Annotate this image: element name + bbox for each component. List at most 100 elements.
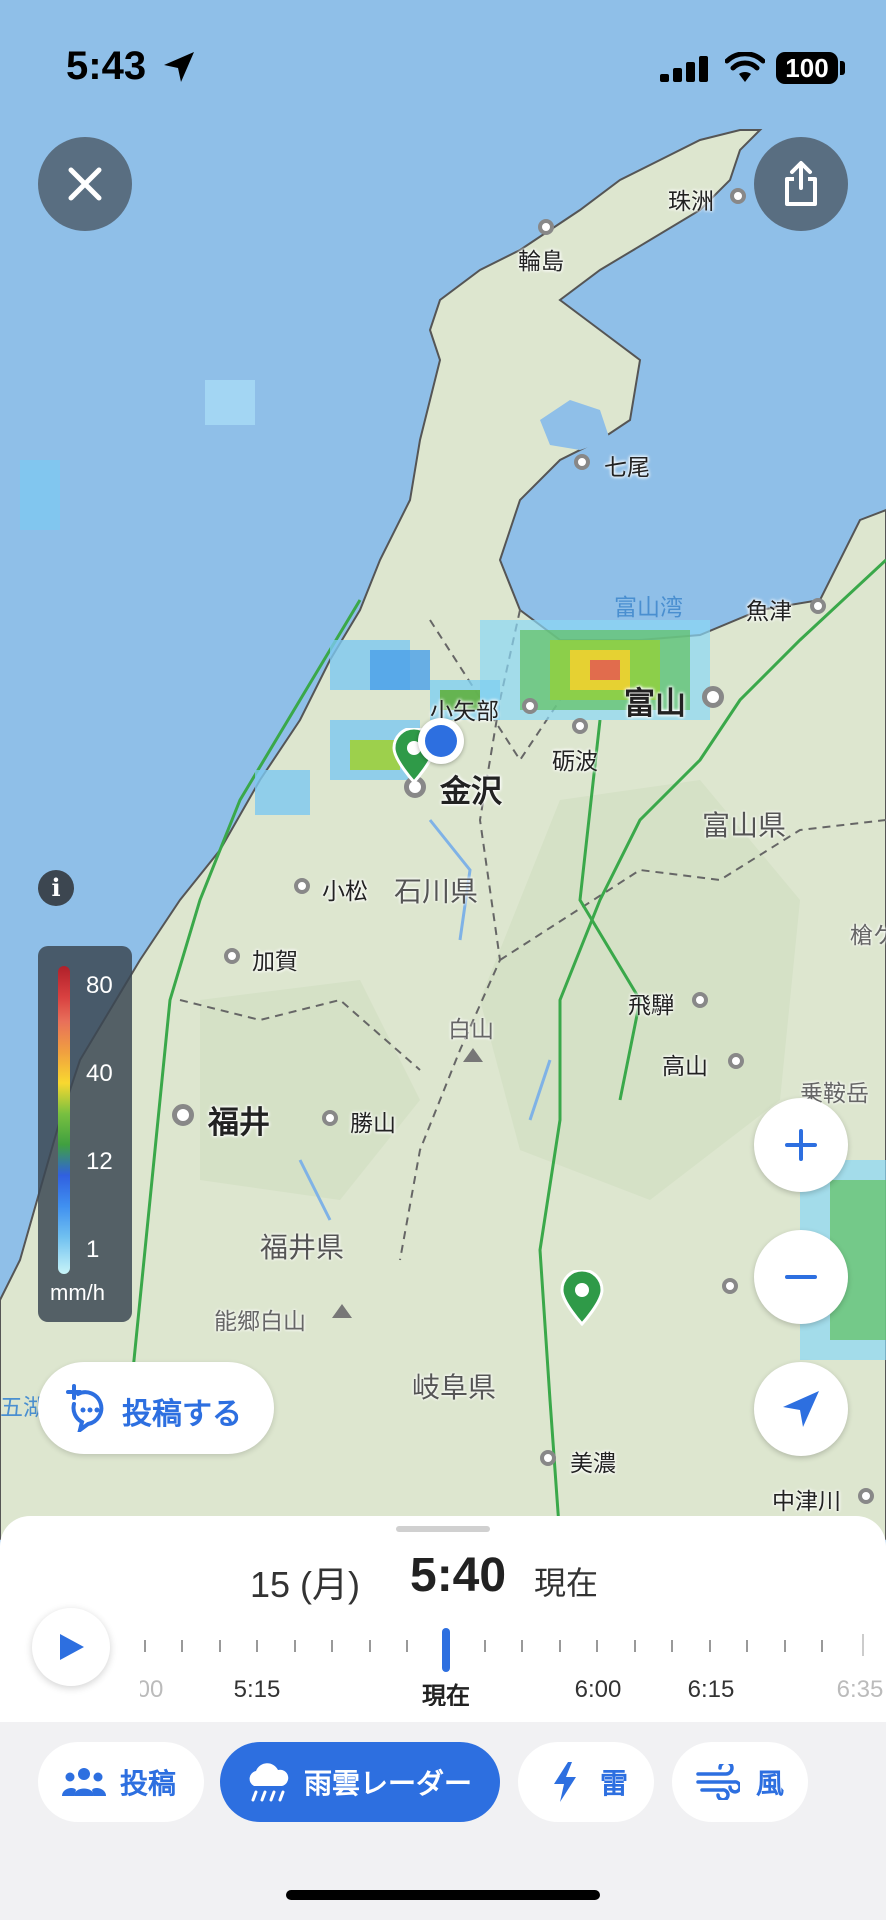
rain-cloud-icon: [249, 1763, 289, 1802]
timeline-tick: [821, 1640, 823, 1652]
wifi-icon: [725, 52, 765, 82]
current-location-button[interactable]: [754, 1362, 848, 1456]
post-report-label: 投稿する: [122, 1398, 242, 1431]
city-dot: [730, 188, 746, 204]
city-label-wajima: 輪島: [518, 248, 564, 274]
city-dot: [722, 1278, 738, 1294]
tab-wind[interactable]: 風: [672, 1742, 808, 1822]
info-icon[interactable]: i: [38, 870, 74, 906]
timeline-tick: [406, 1640, 408, 1652]
wind-icon: [696, 1764, 740, 1800]
cellular-signal-icon: [660, 56, 708, 82]
city-dot: [858, 1488, 874, 1504]
timeline-tick: [484, 1640, 486, 1652]
city-dot: [540, 1450, 556, 1466]
city-dot: [322, 1110, 338, 1126]
timeline-date: 15 (月): [250, 1564, 361, 1605]
people-icon: [62, 1768, 106, 1796]
prefecture-label-fukui: 福井県: [260, 1232, 345, 1263]
city-dot: [172, 1104, 194, 1126]
current-location-marker: [418, 718, 464, 764]
timeline-tick: [144, 1640, 146, 1652]
minus-icon: [785, 1275, 817, 1279]
add-comment-icon: [66, 1384, 104, 1432]
timeline-tick: [746, 1640, 748, 1652]
timeline-tick: [862, 1634, 864, 1656]
city-dot: [522, 698, 538, 714]
timeline-tick: [256, 1640, 258, 1652]
city-label-toyama: 富山: [624, 686, 686, 721]
city-dot: [702, 686, 724, 708]
city-dot: [294, 878, 310, 894]
city-label-kanazawa: 金沢: [440, 774, 502, 809]
plus-icon: [785, 1129, 817, 1161]
prefecture-label-ishikawa: 石川県: [394, 876, 479, 907]
location-arrow-icon: [164, 52, 194, 82]
city-dot: [810, 598, 826, 614]
city-label-kaga: 加賀: [252, 948, 298, 974]
timeline-label: 6:15: [687, 1676, 735, 1703]
timeline-tick: [671, 1640, 673, 1652]
city-label-mino: 美濃: [570, 1450, 616, 1476]
status-bar: 5:43 100: [0, 0, 886, 140]
timeline-tick: [521, 1640, 523, 1652]
timeline-tick: [634, 1640, 636, 1652]
play-button[interactable]: [32, 1608, 110, 1686]
city-label-fukui: 福井: [208, 1105, 270, 1140]
mountain-label-hakusan: 白山: [448, 1016, 494, 1042]
share-icon: [785, 161, 817, 206]
tab-posts-label: 投稿: [120, 1768, 177, 1799]
legend-value: 1: [86, 1236, 100, 1263]
sheet-grabber[interactable]: [396, 1526, 490, 1532]
timeline-label: 5:15: [233, 1676, 281, 1703]
city-label-takayama: 高山: [662, 1053, 708, 1079]
timeline-label: 6:35: [836, 1676, 884, 1703]
close-button[interactable]: [38, 137, 132, 231]
timeline-tick: [219, 1640, 221, 1652]
close-icon: [68, 167, 102, 201]
share-button[interactable]: [754, 137, 848, 231]
legend-value: 40: [86, 1060, 113, 1087]
tab-posts[interactable]: 投稿: [38, 1742, 204, 1822]
timeline-scrubber[interactable]: 00 5:15 現在 6:00 6:15 6:35: [140, 1616, 886, 1706]
city-dot: [572, 718, 588, 734]
city-dot: [224, 948, 240, 964]
green-location-pin-icon[interactable]: [560, 1270, 604, 1326]
city-dot: [728, 1053, 744, 1069]
timeline-tick: [709, 1640, 711, 1652]
city-label-tonami: 砺波: [552, 748, 598, 774]
timeline-label: 6:00: [574, 1676, 622, 1703]
timeline-tick: [369, 1640, 371, 1652]
timeline-tick: [181, 1640, 183, 1652]
zoom-in-button[interactable]: [754, 1098, 848, 1192]
status-time: 5:43: [66, 44, 147, 88]
play-icon: [60, 1634, 84, 1660]
post-report-button[interactable]: 投稿する: [38, 1362, 274, 1454]
city-label-komatsu: 小松: [322, 878, 368, 904]
timeline-now-label: 現在: [534, 1565, 599, 1601]
tab-rain-radar[interactable]: 雨雲レーダー: [220, 1742, 500, 1822]
city-label-hida: 飛騨: [628, 992, 674, 1018]
tab-lightning-label: 雷: [600, 1768, 629, 1799]
home-indicator[interactable]: [286, 1890, 600, 1900]
mountain-label-yari: 槍ケ: [850, 922, 886, 948]
zoom-out-button[interactable]: [754, 1230, 848, 1324]
sea-label-toyama-bay: 富山湾: [614, 594, 683, 620]
city-label-nakatsugawa: 中津川: [772, 1488, 841, 1514]
tab-lightning[interactable]: 雷: [518, 1742, 654, 1822]
lightning-icon: [554, 1762, 576, 1802]
tab-rain-radar-label: 雨雲レーダー: [304, 1768, 473, 1799]
timeline-label: 00: [140, 1676, 164, 1703]
legend-value: 12: [86, 1148, 113, 1175]
legend-value: 80: [86, 972, 113, 999]
tab-wind-label: 風: [756, 1768, 785, 1799]
prefecture-label-toyama: 富山県: [702, 810, 787, 841]
navigation-arrow-icon: [783, 1391, 819, 1427]
timeline-tick: [596, 1640, 598, 1652]
battery-level: 100: [776, 52, 838, 84]
timeline-cursor[interactable]: [442, 1628, 450, 1672]
city-dot: [692, 992, 708, 1008]
legend-color-bar: [58, 966, 70, 1274]
battery-nub: [840, 61, 845, 75]
rain-intensity-legend: 80 40 12 1 mm/h: [38, 946, 132, 1322]
